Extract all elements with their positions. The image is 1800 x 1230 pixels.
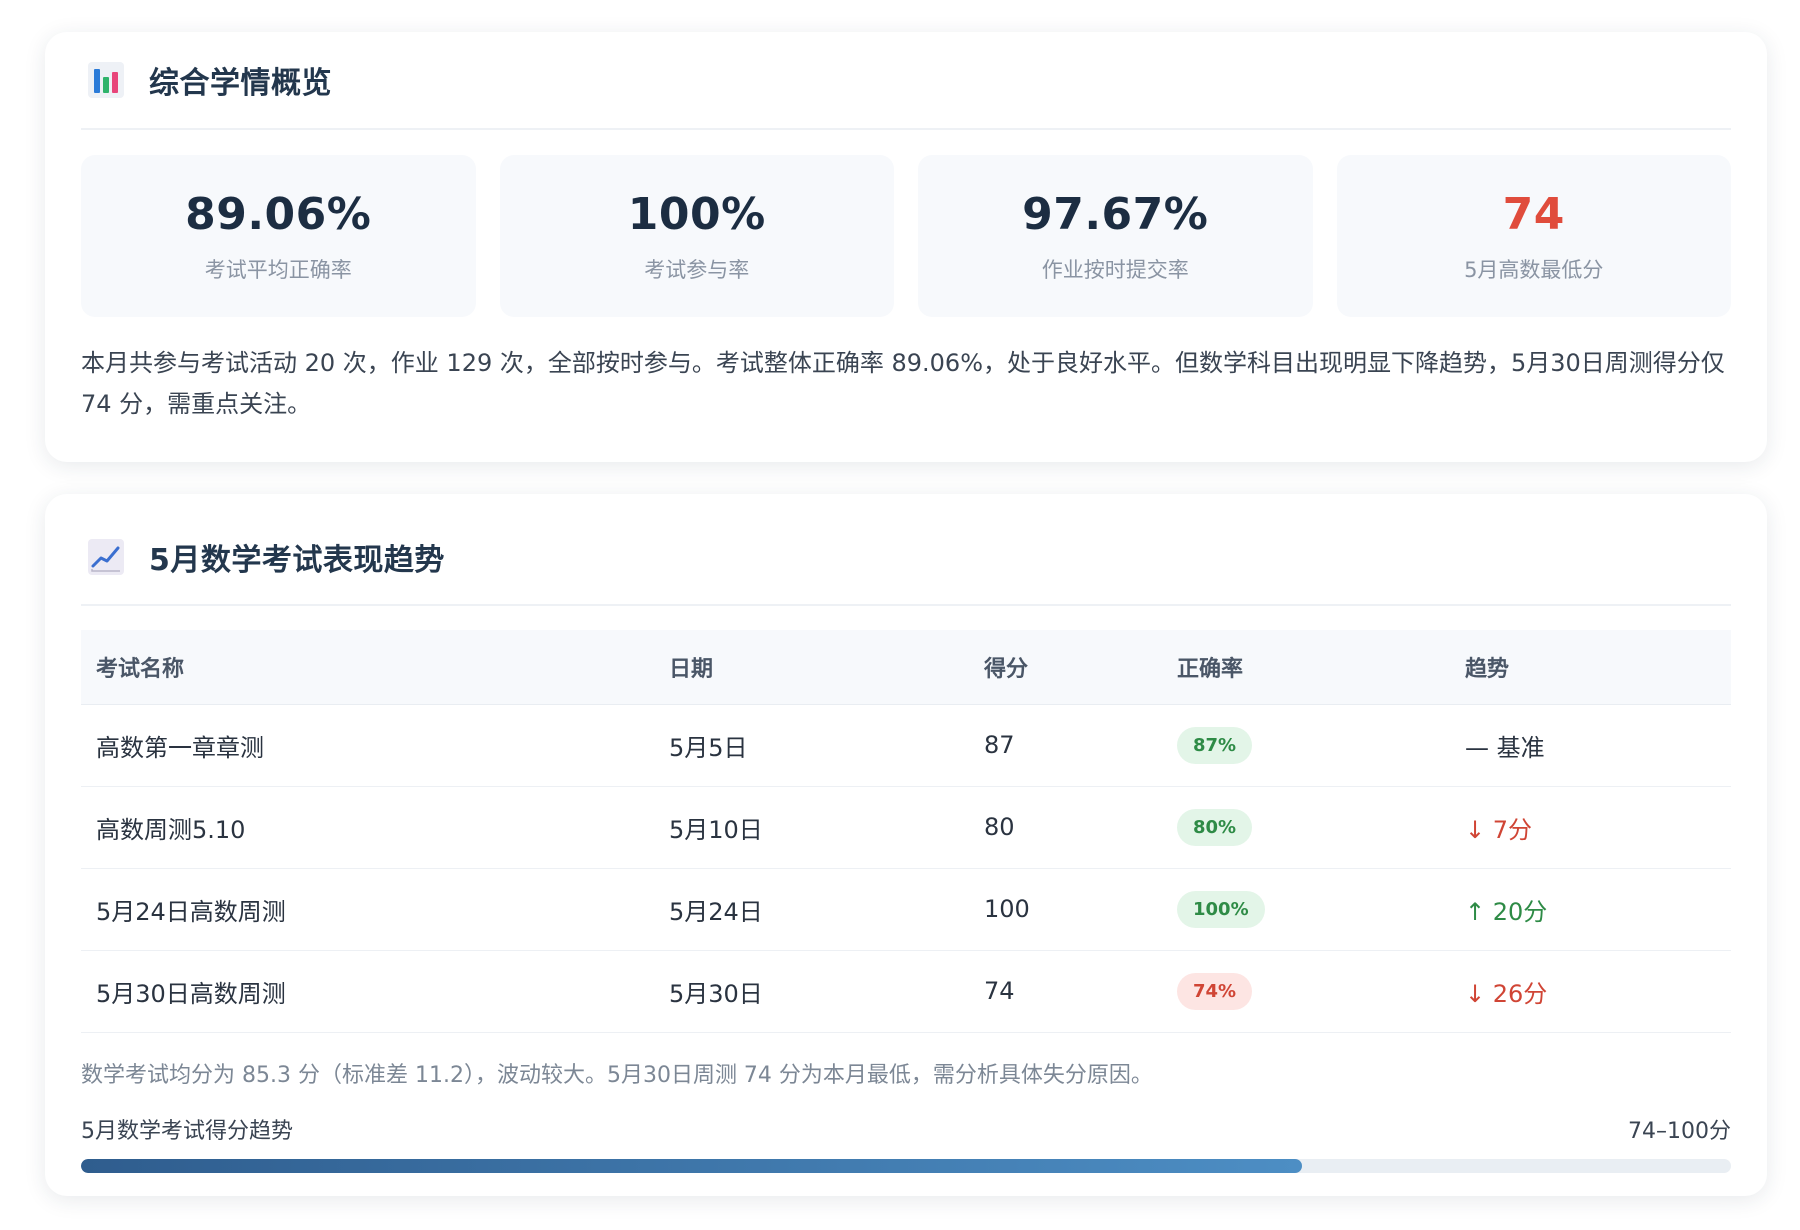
column-header-trend: 趋势	[1450, 630, 1731, 705]
trend-title: 5月数学考试表现趋势	[149, 543, 445, 578]
exam-table: 考试名称 日期 得分 正确率 趋势 高数第一章章测 5月5日 87 87% — …	[81, 630, 1731, 1033]
trend-text: ↓ 7分	[1450, 786, 1731, 869]
stat-card-lowest-score: 74 5月高数最低分	[1336, 155, 1731, 317]
score-progress-track	[81, 1158, 1731, 1173]
stat-card-homework-ontime: 97.67% 作业按时提交率	[918, 155, 1313, 317]
exam-date: 5月5日	[654, 704, 969, 787]
stat-card-participation: 100% 考试参与率	[499, 155, 894, 317]
trend-note: 数学考试均分为 85.3 分（标准差 11.2），波动较大。5月30日周测 74…	[81, 1062, 1153, 1088]
table-header-row: 考试名称 日期 得分 正确率 趋势	[81, 630, 1731, 705]
progress-range: 74–100分	[1628, 1118, 1731, 1144]
exam-name: 高数周测5.10	[81, 786, 654, 869]
stats-row: 89.06% 考试平均正确率 100% 考试参与率 97.67% 作业按时提交率…	[81, 155, 1731, 317]
progress-label: 5月数学考试得分趋势	[81, 1118, 293, 1144]
overview-card: 综合学情概览 89.06% 考试平均正确率 100% 考试参与率 97.67% …	[45, 32, 1767, 462]
overview-summary: 本月共参与考试活动 20 次，作业 129 次，全部按时参与。考试整体正确率 8…	[81, 349, 1725, 418]
score-progress-fill	[81, 1158, 1302, 1173]
accuracy-badge: 87%	[1177, 726, 1253, 764]
column-header-name: 考试名称	[81, 630, 654, 705]
stat-label: 考试参与率	[644, 257, 750, 282]
exam-score: 87	[969, 704, 1162, 787]
line-chart-icon	[88, 539, 124, 575]
stat-value: 89.06%	[185, 188, 372, 240]
stat-label: 5月高数最低分	[1464, 257, 1604, 282]
stat-label: 考试平均正确率	[204, 257, 352, 282]
stat-card-avg-accuracy: 89.06% 考试平均正确率	[81, 155, 476, 317]
trend-header: 5月数学考试表现趋势	[81, 494, 1731, 606]
stat-value: 100%	[627, 188, 766, 240]
exam-date: 5月24日	[654, 868, 969, 951]
trend-text: — 基准	[1450, 704, 1731, 787]
column-header-score: 得分	[969, 630, 1162, 705]
exam-name: 高数第一章章测	[81, 704, 654, 787]
overview-title: 综合学情概览	[149, 66, 332, 101]
accuracy-badge: 80%	[1177, 808, 1253, 846]
accuracy-badge: 74%	[1177, 972, 1253, 1010]
trend-text: ↑ 20分	[1450, 868, 1731, 951]
table-row: 高数第一章章测 5月5日 87 87% — 基准	[81, 704, 1731, 787]
exam-score: 100	[969, 868, 1162, 951]
exam-score: 80	[969, 786, 1162, 869]
exam-name: 5月30日高数周测	[81, 950, 654, 1033]
trend-card: 5月数学考试表现趋势 考试名称 日期 得分 正确率 趋势 高数第一章章测 5月5…	[45, 494, 1767, 1196]
trend-text: ↓ 26分	[1450, 950, 1731, 1033]
column-header-date: 日期	[654, 630, 969, 705]
table-row: 5月30日高数周测 5月30日 74 74% ↓ 26分	[81, 950, 1731, 1033]
exam-score: 74	[969, 950, 1162, 1033]
stat-value: 74	[1502, 188, 1565, 240]
column-header-rate: 正确率	[1162, 630, 1450, 705]
stat-label: 作业按时提交率	[1041, 257, 1189, 282]
bar-chart-icon	[88, 62, 124, 98]
overview-header: 综合学情概览	[81, 32, 1731, 130]
accuracy-badge: 100%	[1177, 890, 1265, 928]
exam-date: 5月30日	[654, 950, 969, 1033]
exam-date: 5月10日	[654, 786, 969, 869]
exam-name: 5月24日高数周测	[81, 868, 654, 951]
progress-header: 5月数学考试得分趋势 74–100分	[81, 1113, 1731, 1145]
stat-value: 97.67%	[1022, 188, 1209, 240]
table-row: 高数周测5.10 5月10日 80 80% ↓ 7分	[81, 786, 1731, 869]
table-row: 5月24日高数周测 5月24日 100 100% ↑ 20分	[81, 868, 1731, 951]
